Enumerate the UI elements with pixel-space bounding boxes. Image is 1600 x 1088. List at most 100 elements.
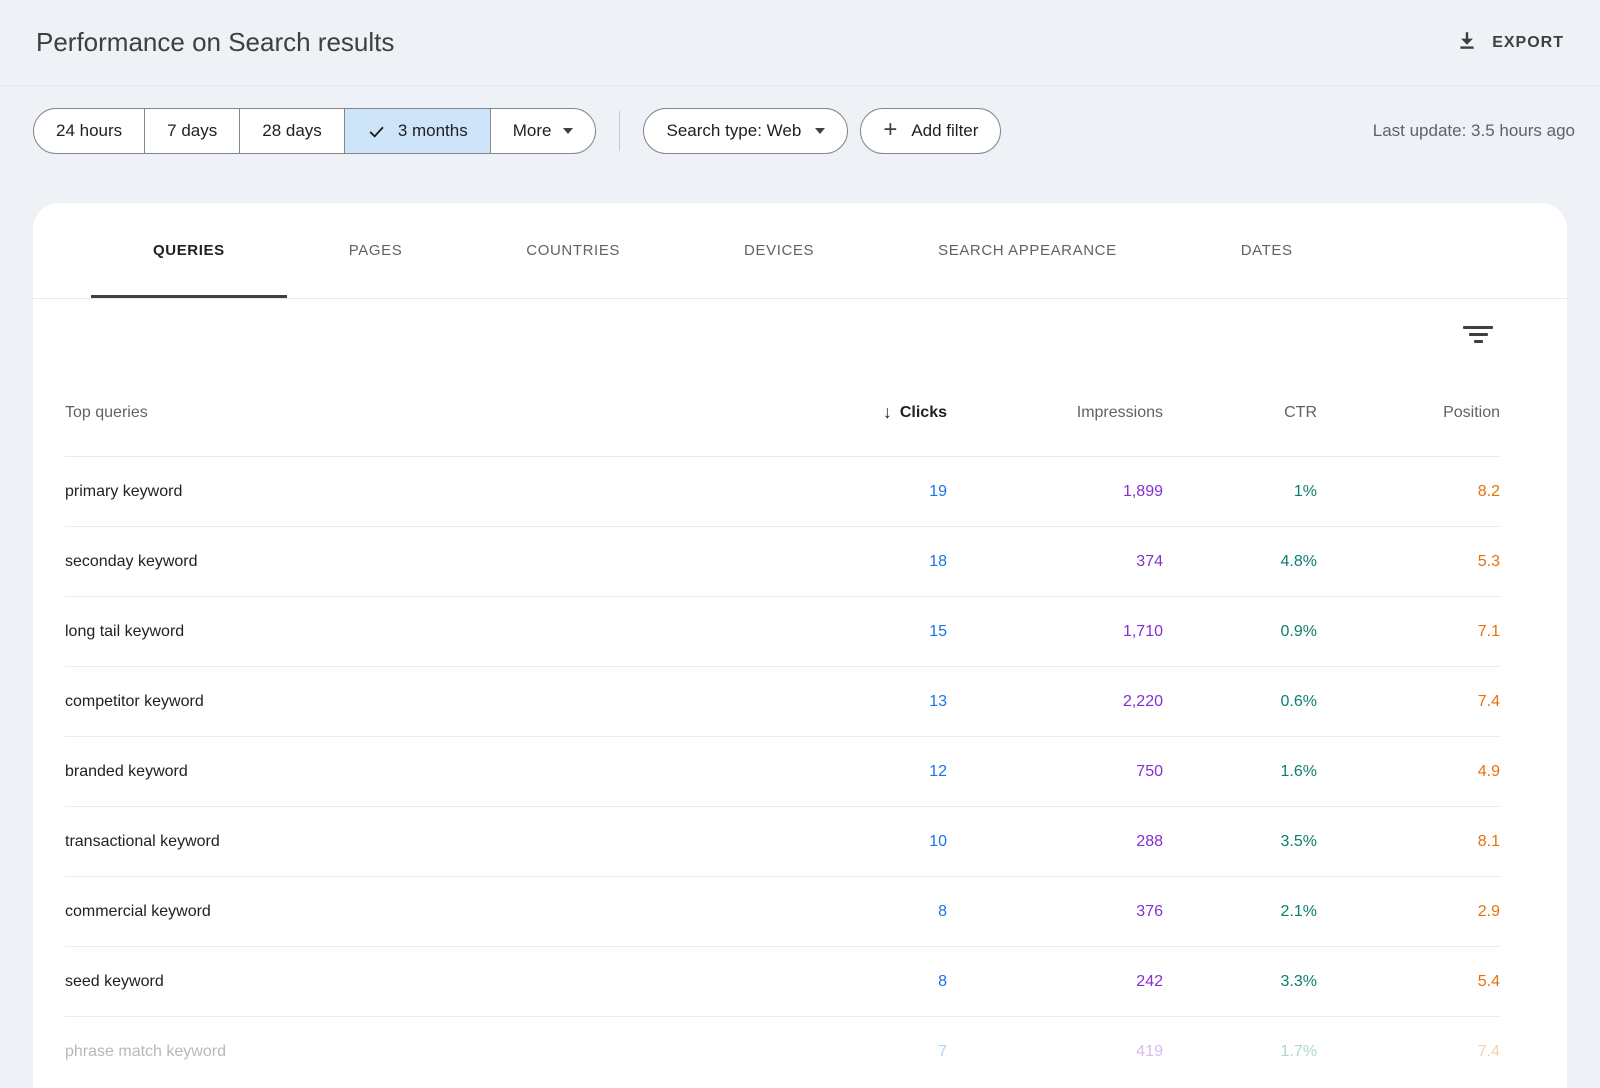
query-cell[interactable]: transactional keyword — [65, 833, 767, 851]
more-button[interactable]: More — [490, 109, 596, 153]
date-range-3-months[interactable]: 3 months — [344, 109, 490, 153]
query-cell[interactable]: seed keyword — [65, 973, 767, 991]
clicks-cell: 10 — [767, 833, 947, 851]
tab-search-appearance[interactable]: SEARCH APPEARANCE — [876, 203, 1179, 298]
page-header: Performance on Search results EXPORT — [0, 0, 1600, 86]
impressions-cell: 1,899 — [947, 483, 1163, 501]
date-range-label: 7 days — [167, 121, 217, 141]
impressions-cell: 1,710 — [947, 623, 1163, 641]
ctr-cell: 2.1% — [1163, 903, 1317, 921]
check-icon — [367, 122, 386, 141]
ctr-cell: 3.3% — [1163, 973, 1317, 991]
add-filter-button[interactable]: + Add filter — [860, 108, 1001, 154]
table-header-row: Top queries ↓ Clicks Impressions CTR Pos… — [65, 369, 1500, 457]
tab-devices[interactable]: DEVICES — [682, 203, 876, 298]
chevron-down-icon — [563, 128, 573, 134]
table-row[interactable]: long tail keyword 15 1,710 0.9% 7.1 — [65, 597, 1500, 667]
ctr-cell: 4.8% — [1163, 553, 1317, 571]
report-card: QUERIESPAGESCOUNTRIESDEVICESSEARCH APPEA… — [33, 203, 1567, 1088]
tab-dates[interactable]: DATES — [1179, 203, 1355, 298]
ctr-cell: 1.7% — [1163, 1043, 1317, 1061]
more-label: More — [513, 121, 552, 141]
column-header-queries[interactable]: Top queries — [65, 404, 767, 422]
chevron-down-icon — [815, 128, 825, 134]
query-cell[interactable]: long tail keyword — [65, 623, 767, 641]
filter-rows-icon[interactable] — [1459, 322, 1497, 347]
clicks-cell: 15 — [767, 623, 947, 641]
position-cell: 8.1 — [1317, 833, 1500, 851]
filter-bar: 24 hours 7 days 28 days 3 months More Searc… — [33, 108, 1575, 154]
date-range-label: 28 days — [262, 121, 322, 141]
position-cell: 8.2 — [1317, 483, 1500, 501]
position-cell: 5.3 — [1317, 553, 1500, 571]
ctr-cell: 0.6% — [1163, 693, 1317, 711]
date-range-label: 3 months — [398, 121, 468, 141]
plus-icon: + — [883, 118, 897, 142]
clicks-cell: 12 — [767, 763, 947, 781]
position-cell: 2.9 — [1317, 903, 1500, 921]
table-row[interactable]: phrase match keyword 7 419 1.7% 7.4 — [65, 1017, 1500, 1087]
query-cell[interactable]: phrase match keyword — [65, 1043, 767, 1061]
position-cell: 4.9 — [1317, 763, 1500, 781]
tab-bar: QUERIESPAGESCOUNTRIESDEVICESSEARCH APPEA… — [33, 203, 1567, 299]
tab-pages[interactable]: PAGES — [287, 203, 465, 298]
table-row[interactable]: seed keyword 8 242 3.3% 5.4 — [65, 947, 1500, 1017]
clicks-cell: 7 — [767, 1043, 947, 1061]
tab-countries[interactable]: COUNTRIES — [464, 203, 682, 298]
date-range-group: 24 hours 7 days 28 days 3 months More — [33, 108, 596, 154]
search-type-label: Search type: Web — [666, 121, 801, 141]
clicks-cell: 8 — [767, 903, 947, 921]
clicks-cell: 18 — [767, 553, 947, 571]
ctr-cell: 1.6% — [1163, 763, 1317, 781]
download-icon — [1456, 29, 1478, 56]
query-cell[interactable]: seconday keyword — [65, 553, 767, 571]
export-button[interactable]: EXPORT — [1456, 29, 1564, 56]
clicks-cell: 8 — [767, 973, 947, 991]
position-cell: 7.1 — [1317, 623, 1500, 641]
column-header-impressions[interactable]: Impressions — [947, 404, 1163, 422]
table-row[interactable]: branded keyword 12 750 1.6% 4.9 — [65, 737, 1500, 807]
date-range-28-days[interactable]: 28 days — [239, 109, 344, 153]
column-header-position[interactable]: Position — [1317, 404, 1500, 422]
query-cell[interactable]: competitor keyword — [65, 693, 767, 711]
impressions-cell: 2,220 — [947, 693, 1163, 711]
queries-table: Top queries ↓ Clicks Impressions CTR Pos… — [33, 369, 1567, 1087]
export-label: EXPORT — [1492, 34, 1564, 52]
position-cell: 5.4 — [1317, 973, 1500, 991]
add-filter-label: Add filter — [911, 121, 978, 141]
tab-queries[interactable]: QUERIES — [91, 203, 287, 298]
column-header-clicks[interactable]: ↓ Clicks — [767, 402, 947, 423]
page-title: Performance on Search results — [36, 27, 394, 58]
ctr-cell: 1% — [1163, 483, 1317, 501]
table-row[interactable]: competitor keyword 13 2,220 0.6% 7.4 — [65, 667, 1500, 737]
date-range-7-days[interactable]: 7 days — [144, 109, 239, 153]
impressions-cell: 376 — [947, 903, 1163, 921]
ctr-cell: 3.5% — [1163, 833, 1317, 851]
position-cell: 7.4 — [1317, 1043, 1500, 1061]
sort-descending-icon: ↓ — [883, 402, 892, 423]
date-range-24-hours[interactable]: 24 hours — [34, 109, 144, 153]
table-row[interactable]: seconday keyword 18 374 4.8% 5.3 — [65, 527, 1500, 597]
query-cell[interactable]: branded keyword — [65, 763, 767, 781]
date-range-label: 24 hours — [56, 121, 122, 141]
clicks-cell: 19 — [767, 483, 947, 501]
filter-bar-divider — [619, 111, 620, 151]
last-update-text: Last update: 3.5 hours ago — [1373, 121, 1575, 141]
query-cell[interactable]: primary keyword — [65, 483, 767, 501]
table-body: primary keyword 19 1,899 1% 8.2 seconday… — [65, 457, 1500, 1087]
position-cell: 7.4 — [1317, 693, 1500, 711]
table-row[interactable]: primary keyword 19 1,899 1% 8.2 — [65, 457, 1500, 527]
impressions-cell: 288 — [947, 833, 1163, 851]
table-toolbar — [33, 299, 1567, 369]
query-cell[interactable]: commercial keyword — [65, 903, 767, 921]
table-row[interactable]: transactional keyword 10 288 3.5% 8.1 — [65, 807, 1500, 877]
ctr-cell: 0.9% — [1163, 623, 1317, 641]
impressions-cell: 750 — [947, 763, 1163, 781]
table-row[interactable]: commercial keyword 8 376 2.1% 2.9 — [65, 877, 1500, 947]
impressions-cell: 374 — [947, 553, 1163, 571]
impressions-cell: 242 — [947, 973, 1163, 991]
impressions-cell: 419 — [947, 1043, 1163, 1061]
search-type-dropdown[interactable]: Search type: Web — [643, 108, 848, 154]
column-header-ctr[interactable]: CTR — [1163, 404, 1317, 422]
clicks-cell: 13 — [767, 693, 947, 711]
